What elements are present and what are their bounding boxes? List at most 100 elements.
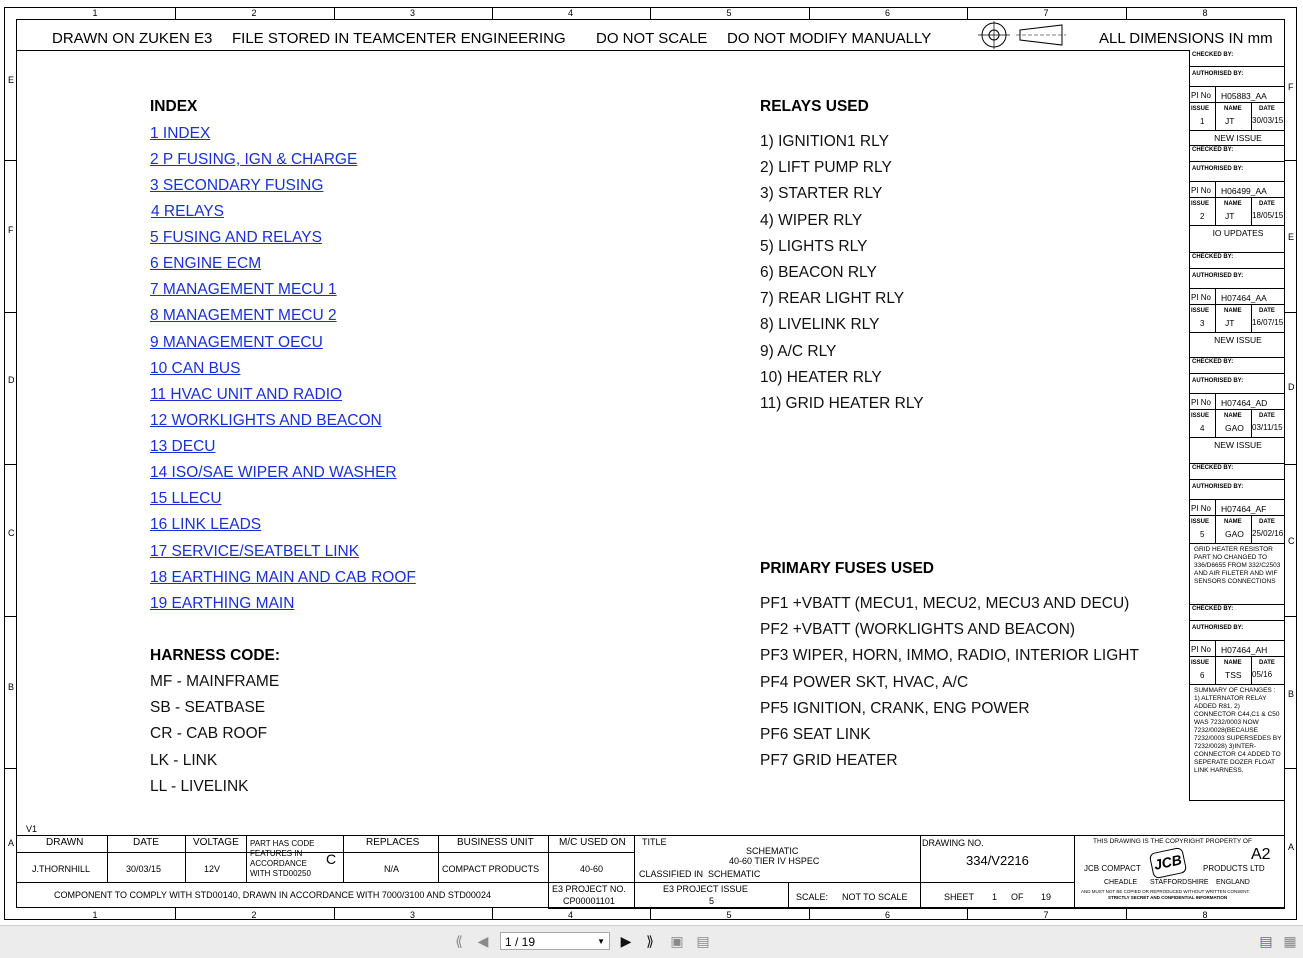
revision-column-border	[1189, 50, 1190, 800]
sheet-size: A2	[1251, 846, 1271, 863]
sheet-value: 1	[992, 892, 998, 902]
first-page-icon[interactable]: ⟪	[450, 932, 468, 950]
issue-description: GRID HEATER RESISTOR PART NO CHANGED TO …	[1194, 546, 1281, 585]
replaces-label: REPLACES	[366, 837, 420, 848]
index-link[interactable]: 10 CAN BUS	[150, 360, 240, 378]
single-page-view-icon[interactable]: ▤	[1257, 932, 1275, 950]
next-page-icon[interactable]: ▶	[617, 932, 635, 950]
header-divider	[16, 50, 1190, 51]
rev-vline	[1215, 288, 1216, 332]
column-number-bottom: 2	[251, 910, 257, 920]
row-letter-left: A	[8, 838, 15, 848]
fuse-item: PF3 WIPER, HORN, IMMO, RADIO, INTERIOR L…	[760, 647, 1139, 665]
index-link[interactable]: 4 RELAYS	[151, 203, 224, 221]
harness-code-item: LK - LINK	[150, 751, 218, 769]
issue-name: JT	[1225, 116, 1235, 126]
title-block-mid2	[343, 852, 634, 853]
header-do-not-scale: DO NOT SCALE	[596, 30, 708, 47]
rev-line	[1189, 409, 1285, 410]
column-tick-bottom	[967, 908, 968, 920]
authorised-by-label: AUTHORISED BY:	[1192, 484, 1244, 490]
index-link[interactable]: 13 DECU	[150, 438, 215, 456]
harness-code-item: LL - LIVELINK	[150, 777, 249, 795]
title-line1: SCHEMATIC	[746, 846, 799, 856]
rev-line	[1189, 373, 1285, 374]
column-tick-bottom	[175, 908, 176, 920]
rev-line	[1189, 499, 1285, 500]
index-link[interactable]: 15 LLECU	[150, 490, 222, 508]
company-line1: JCB COMPACT	[1084, 864, 1141, 873]
index-link[interactable]: 2 P FUSING, IGN & CHARGE	[150, 151, 357, 169]
column-number-bottom: 4	[568, 910, 574, 920]
index-link[interactable]: 9 MANAGEMENT OECU	[150, 334, 323, 352]
index-link[interactable]: 19 EARTHING MAIN	[150, 595, 294, 613]
index-link[interactable]: 12 WORKLIGHTS AND BEACON	[150, 412, 382, 430]
name-label: NAME	[1224, 106, 1242, 112]
fuse-item: PF6 SEAT LINK	[760, 726, 871, 743]
e3-project-value: CP00001101	[563, 896, 615, 906]
relay-item: 6) BEACON RLY	[760, 264, 877, 281]
column-number-bottom: 5	[726, 910, 732, 920]
column-tick-bottom	[809, 908, 810, 920]
index-link[interactable]: 5 FUSING AND RELAYS	[150, 229, 322, 247]
scale-value: NOT TO SCALE	[842, 892, 908, 902]
fit-width-icon[interactable]: ▤	[694, 932, 712, 950]
company-line2: PRODUCTS LTD	[1203, 864, 1265, 873]
index-link[interactable]: 11 HVAC UNIT AND RADIO	[150, 386, 342, 404]
continuous-view-icon[interactable]: ▦	[1281, 932, 1299, 950]
index-link[interactable]: 16 LINK LEADS	[150, 516, 261, 534]
of-value: 19	[1041, 892, 1052, 902]
row-letter-left: B	[8, 682, 15, 692]
relay-item: 3) STARTER RLY	[760, 185, 883, 203]
rev-vline	[1215, 640, 1216, 684]
relay-item: 10) HEATER RLY	[760, 368, 882, 386]
tb-div-10	[788, 882, 789, 908]
index-link[interactable]: 18 EARTHING MAIN AND CAB ROOF	[150, 569, 416, 587]
column-tick-top	[334, 7, 335, 19]
issue-date: 18/05/15	[1252, 211, 1284, 220]
name-label: NAME	[1224, 201, 1242, 207]
header-dimensions: ALL DIMENSIONS IN mm	[1099, 30, 1273, 47]
index-link[interactable]: 7 MANAGEMENT MECU 1	[150, 281, 337, 299]
rev-line	[1189, 181, 1285, 182]
column-number-top: 1	[92, 8, 98, 18]
fuse-item: PF1 +VBATT (MECU1, MECU2, MECU3 AND DECU…	[760, 595, 1130, 612]
tb-div-8	[920, 835, 921, 882]
issue-number: 6	[1200, 671, 1205, 680]
secret-line1: AND MUST NOT BE COPIED OR REPRODUCED WIT…	[1081, 889, 1251, 894]
relay-item: 1) IGNITION1 RLY	[760, 133, 889, 150]
last-page-icon[interactable]: ⟫	[641, 932, 659, 950]
column-tick-top	[175, 7, 176, 19]
issue-date: 05/16	[1252, 670, 1273, 679]
name-label: NAME	[1224, 308, 1242, 314]
rev-line	[1189, 86, 1285, 87]
revision-column-bottom	[1189, 800, 1285, 801]
index-link[interactable]: 3 SECONDARY FUSING	[150, 177, 323, 195]
drawn-value: J.THORNHILL	[32, 864, 91, 874]
rev-line	[1189, 225, 1285, 226]
row-tick-left	[4, 464, 16, 465]
index-link[interactable]: 8 MANAGEMENT MECU 2	[150, 307, 337, 325]
column-tick-top	[492, 7, 493, 19]
relay-item: 5) LIGHTS RLY	[760, 237, 868, 255]
column-number-bottom: 8	[1202, 910, 1208, 920]
version-label: V1	[26, 824, 38, 834]
header-do-not-modify: DO NOT MODIFY MANUALLY	[727, 30, 932, 47]
rev-line	[1189, 268, 1285, 269]
checked-by-label: CHECKED BY:	[1192, 254, 1234, 260]
relay-item: 4) WIPER RLY	[760, 211, 863, 229]
location-2: STAFFORDSHIRE	[1150, 879, 1209, 886]
fit-page-icon[interactable]: ▣	[668, 932, 686, 950]
index-link[interactable]: 14 ISO/SAE WIPER AND WASHER	[150, 464, 397, 482]
header-drawn-on: DRAWN ON ZUKEN E3	[52, 30, 213, 47]
index-link[interactable]: 17 SERVICE/SEATBELT LINK	[150, 543, 359, 561]
index-link[interactable]: 1 INDEX	[150, 125, 210, 143]
page-selector[interactable]: 1 / 19 ▼	[500, 932, 610, 950]
index-link[interactable]: 6 ENGINE ECM	[150, 255, 261, 273]
location-3: ENGLAND	[1216, 879, 1250, 886]
date-label: DATE	[1259, 308, 1275, 314]
column-number-bottom: 7	[1043, 910, 1049, 920]
prev-page-icon[interactable]: ◀	[474, 932, 492, 950]
fuse-item: PF5 IGNITION, CRANK, ENG POWER	[760, 699, 1030, 717]
row-tick-right	[1285, 312, 1297, 313]
